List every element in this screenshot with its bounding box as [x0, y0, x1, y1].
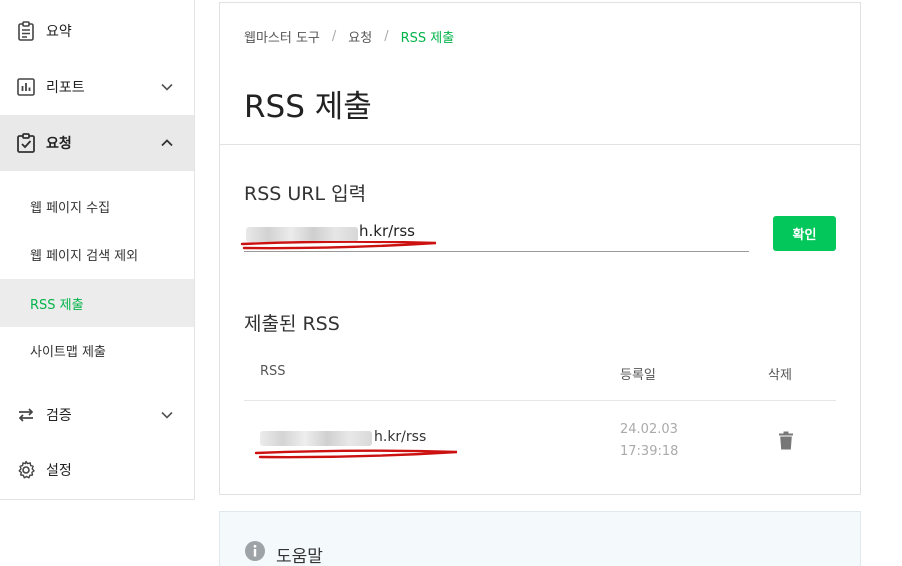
- trash-icon[interactable]: [776, 429, 796, 451]
- confirm-button[interactable]: 확인: [773, 216, 836, 251]
- sidebar-item-label: 검증: [46, 408, 72, 424]
- redacted-text: [246, 227, 358, 242]
- red-underline-annotation: [240, 241, 437, 250]
- column-header-delete: 삭제: [768, 368, 792, 383]
- column-header-rss: RSS: [260, 364, 286, 379]
- sidebar-subitem-sitemap-submit[interactable]: 사이트맵 제출: [0, 326, 194, 374]
- sidebar-item-summary[interactable]: 요약: [0, 3, 194, 59]
- chevron-down-icon: [161, 411, 173, 419]
- clipboard-icon: [16, 21, 36, 41]
- sidebar-subitem-page-collect[interactable]: 웹 페이지 수집: [0, 182, 194, 230]
- breadcrumb-separator: /: [384, 29, 389, 44]
- help-panel: 도움말: [219, 511, 861, 566]
- sidebar-item-label: 요청: [46, 136, 72, 152]
- sidebar-subitem-label: RSS 제출: [30, 297, 84, 313]
- clipboard-check-icon: [16, 133, 36, 153]
- sidebar-subitem-label: 사이트맵 제출: [30, 344, 106, 360]
- rss-submit-card: 웹마스터 도구 / 요청 / RSS 제출 RSS 제출 RSS URL 입력 …: [219, 2, 861, 495]
- sidebar-item-reports[interactable]: 리포트: [0, 59, 194, 115]
- column-header-registered-date: 등록일: [620, 368, 656, 383]
- submitted-rss-table-header: RSS 등록일 삭제: [244, 348, 836, 401]
- rss-url-input-value: h.kr/rss: [359, 222, 415, 240]
- redacted-text: [260, 431, 372, 446]
- sidebar-item-settings[interactable]: 설정: [0, 442, 194, 498]
- sidebar-subitem-search-exclude[interactable]: 웹 페이지 검색 제외: [0, 230, 194, 278]
- breadcrumb-item-webmaster-tools[interactable]: 웹마스터 도구: [244, 27, 320, 46]
- breadcrumb-item-current: RSS 제출: [400, 31, 455, 46]
- row-registered-date: 24.02.03 17:39:18: [620, 422, 679, 459]
- rss-input-section-title: RSS URL 입력: [244, 183, 367, 205]
- breadcrumb-item-requests[interactable]: 요청: [348, 27, 372, 46]
- sidebar-subitem-label: 웹 페이지 검색 제외: [30, 248, 139, 264]
- submitted-rss-section-title: 제출된 RSS: [244, 313, 340, 335]
- sidebar: 요약 리포트 요청 웹 페이지 수집 웹 페이지 검색 제외 RSS 제출 사이…: [0, 0, 195, 500]
- sidebar-item-label: 요약: [46, 24, 72, 40]
- info-icon: [245, 541, 265, 561]
- chevron-down-icon: [161, 83, 173, 91]
- sidebar-item-label: 리포트: [46, 80, 85, 96]
- breadcrumb: 웹마스터 도구 / 요청 / RSS 제출: [244, 27, 454, 46]
- red-underline-annotation: [254, 449, 458, 459]
- page-title: RSS 제출: [244, 89, 372, 125]
- sidebar-item-verify[interactable]: 검증: [0, 387, 194, 443]
- sidebar-item-requests[interactable]: 요청: [0, 115, 194, 171]
- card-header: 웹마스터 도구 / 요청 / RSS 제출 RSS 제출: [220, 3, 860, 145]
- help-title[interactable]: 도움말: [276, 542, 323, 566]
- sidebar-item-label: 설정: [46, 463, 72, 479]
- swap-arrows-icon: [16, 405, 36, 425]
- bar-chart-icon: [16, 77, 36, 97]
- gear-icon: [16, 460, 36, 480]
- sidebar-subitem-label: 웹 페이지 수집: [30, 200, 111, 216]
- chevron-up-icon: [161, 139, 173, 147]
- row-rss-url: h.kr/rss: [374, 429, 427, 445]
- sidebar-subitem-rss-submit[interactable]: RSS 제출: [0, 279, 194, 327]
- breadcrumb-separator: /: [331, 29, 337, 44]
